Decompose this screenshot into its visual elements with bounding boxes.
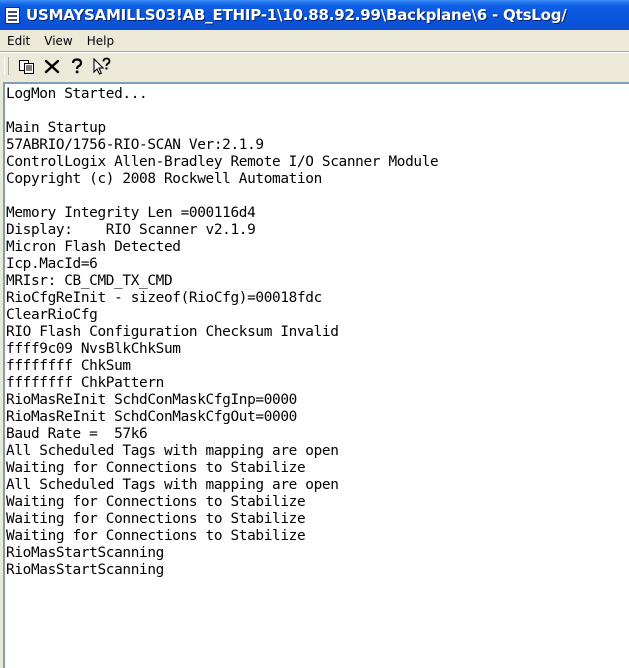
log-line: LogMon Started... (6, 86, 148, 102)
menu-bar: Edit View Help (0, 30, 629, 51)
log-output[interactable]: LogMon Started... Main Startup 57ABRIO/175… (3, 82, 629, 668)
help-icon (71, 58, 83, 74)
log-line: All Scheduled Tags with mapping are open (6, 477, 339, 493)
menu-edit[interactable]: Edit (0, 31, 37, 51)
log-line: RioCfgReInit - sizeof(RioCfg)=00018fdc (6, 290, 322, 306)
log-line: Display: RIO Scanner v2.1.9 (6, 222, 256, 238)
logmon-window: USMAYSAMILLS03!AB_ETHIP-1\10.88.92.99\Ba… (0, 0, 629, 668)
toolbar-grip[interactable] (4, 57, 9, 75)
copy-button[interactable] (15, 55, 39, 77)
log-line: Waiting for Connections to Stabilize (6, 494, 306, 510)
log-line: RioMasStartScanning (6, 562, 164, 578)
log-line: MRIsr: CB_CMD_TX_CMD (6, 273, 173, 289)
title-bar[interactable]: USMAYSAMILLS03!AB_ETHIP-1\10.88.92.99\Ba… (0, 0, 629, 30)
log-line: Waiting for Connections to Stabilize (6, 460, 306, 476)
log-line: Icp.MacId=6 (6, 256, 98, 272)
copy-icon (19, 60, 34, 74)
document-icon (5, 6, 20, 24)
delete-icon (44, 59, 60, 74)
log-line: Baud Rate = 57k6 (6, 426, 148, 442)
toolbar (0, 53, 629, 79)
log-line: Copyright (c) 2008 Rockwell Automation (6, 171, 322, 187)
log-line: RioMasReInit SchdConMaskCfgOut=0000 (6, 409, 297, 425)
log-line: 57ABRIO/1756-RIO-SCAN Ver:2.1.9 (6, 137, 264, 153)
log-lines: LogMon Started... Main Startup 57ABRIO/175… (5, 84, 629, 579)
log-line: RioMasReInit SchdConMaskCfgInp=0000 (6, 392, 297, 408)
log-line: Memory Integrity Len =000116d4 (6, 205, 256, 221)
delete-button[interactable] (40, 55, 64, 77)
context-help-button[interactable] (90, 55, 114, 77)
menu-view[interactable]: View (37, 31, 79, 51)
log-line: ffff9c09 NvsBlkChkSum (6, 341, 181, 357)
log-line: ControlLogix Allen-Bradley Remote I/O Sc… (6, 154, 439, 170)
log-line: All Scheduled Tags with mapping are open (6, 443, 339, 459)
log-line: Waiting for Connections to Stabilize (6, 511, 306, 527)
help-button[interactable] (65, 55, 89, 77)
log-line: RioMasStartScanning (6, 545, 164, 561)
log-line: Main Startup (6, 120, 106, 136)
log-line: ffffffff ChkSum (6, 358, 131, 374)
log-line: ClearRioCfg (6, 307, 98, 323)
window-title: USMAYSAMILLS03!AB_ETHIP-1\10.88.92.99\Ba… (26, 6, 567, 24)
log-line: ffffffff ChkPattern (6, 375, 164, 391)
menu-help[interactable]: Help (80, 31, 121, 51)
context-help-icon (93, 57, 111, 75)
log-line: RIO Flash Configuration Checksum Invalid (6, 324, 339, 340)
log-line: Waiting for Connections to Stabilize (6, 528, 306, 544)
log-line: Micron Flash Detected (6, 239, 181, 255)
